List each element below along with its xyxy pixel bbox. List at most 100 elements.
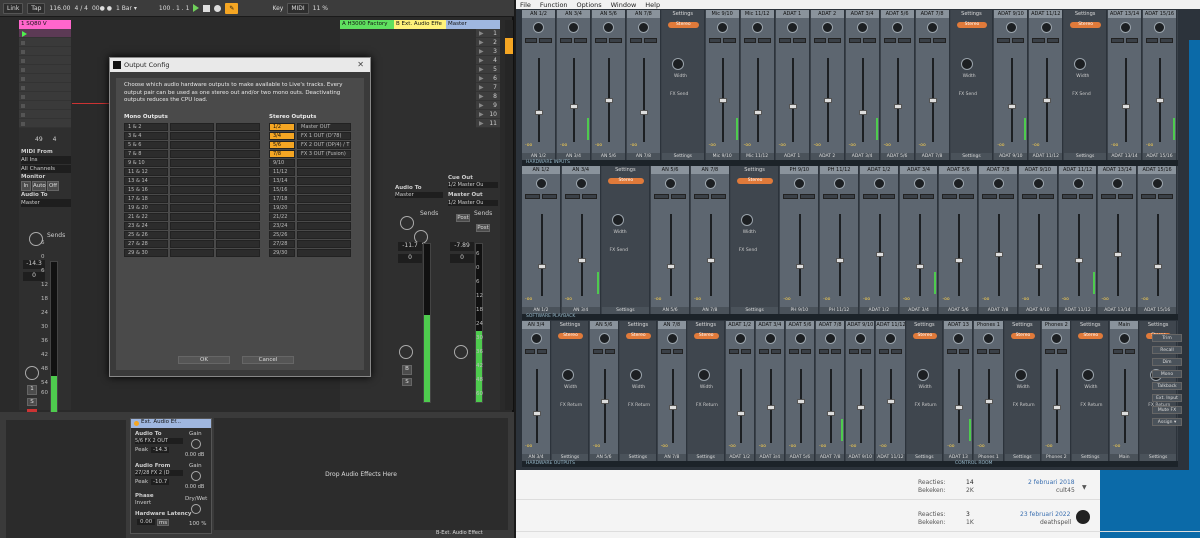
fader-track[interactable] (839, 214, 842, 296)
channel-name[interactable]: PH 11/12 (820, 166, 858, 174)
channel-name[interactable]: PH 9/10 (780, 166, 819, 174)
solo-button[interactable] (1078, 194, 1094, 199)
gain-knob[interactable] (1005, 22, 1017, 33)
width-knob[interactable] (1082, 369, 1095, 381)
solo-button[interactable] (828, 38, 841, 43)
mute-button[interactable] (1021, 194, 1037, 199)
fader-handle[interactable] (640, 110, 649, 115)
gain-knob[interactable] (983, 333, 995, 344)
gain-knob[interactable] (1040, 22, 1052, 33)
mute-button[interactable] (982, 194, 998, 199)
channel-name[interactable]: Settings (1140, 321, 1176, 329)
mute-button[interactable] (848, 38, 862, 43)
stereo-button[interactable]: Stereo (956, 22, 988, 28)
fader-track[interactable] (897, 58, 900, 142)
mute-button[interactable] (883, 38, 897, 43)
mute-button[interactable] (1111, 38, 1124, 43)
channel-name[interactable]: AN 1/2 (522, 10, 555, 18)
metronome-field[interactable]: 00● ● (92, 5, 112, 12)
fader-handle[interactable] (719, 98, 728, 103)
gain-knob[interactable] (913, 178, 925, 189)
stereo-output-toggle[interactable]: 21/22 (269, 213, 295, 221)
scene-slot[interactable]: ▶ 8 (476, 92, 500, 101)
clip-play-icon[interactable] (22, 31, 27, 37)
invert-button[interactable]: Invert (135, 500, 151, 506)
mono-output-pair[interactable]: 1 & 2 (124, 123, 168, 131)
gain-knob[interactable] (666, 333, 678, 344)
mute-button[interactable] (525, 38, 538, 43)
channel-name[interactable]: ADAT 5/6 (785, 321, 815, 329)
bpm-field[interactable]: 116.00 (49, 5, 70, 12)
solo-button[interactable] (574, 38, 587, 43)
mute-button[interactable] (1141, 194, 1157, 199)
gain-knob[interactable] (1051, 333, 1063, 344)
stereo-button[interactable]: Stereo (667, 22, 699, 28)
control-room-button[interactable]: Mute FX (1152, 406, 1182, 414)
stereo-output-toggle[interactable]: 11/12 (269, 168, 295, 176)
mute-button[interactable] (693, 194, 709, 199)
gain-knob[interactable] (531, 333, 543, 344)
channel-name[interactable]: AN 3/4 (522, 321, 551, 329)
stereo-button[interactable]: Stereo (736, 178, 774, 184)
solo-button[interactable] (831, 349, 842, 354)
fader-handle[interactable] (1007, 104, 1016, 109)
scene-slot[interactable]: ▶ 4 (476, 56, 500, 65)
mute-button[interactable] (918, 38, 932, 43)
midi-channel-select[interactable]: All Channels (21, 165, 71, 173)
volume-field[interactable]: -11.7 (398, 242, 422, 251)
scene-slot[interactable]: ▶ 6 (476, 74, 500, 83)
chevron-down-icon[interactable]: ▼ (1082, 484, 1087, 491)
menu-help[interactable]: Help (645, 1, 660, 9)
mono-output-pair[interactable]: 15 & 16 (124, 186, 168, 194)
audio-from-select[interactable]: 27/28 FX 2 (D (135, 470, 183, 476)
mono-output-name-a[interactable] (170, 240, 214, 248)
fader-track[interactable] (1077, 214, 1080, 296)
solo-button[interactable] (898, 38, 911, 43)
mute-button[interactable] (879, 349, 890, 354)
gain-knob[interactable] (834, 178, 846, 189)
width-knob[interactable] (630, 369, 643, 381)
mono-output-name-a[interactable] (170, 213, 214, 221)
mono-output-name-a[interactable] (170, 150, 214, 158)
solo-button[interactable] (609, 38, 622, 43)
channel-name[interactable]: ADAT 5/6 (880, 10, 914, 18)
quantize-select[interactable]: 1 Bar ▾ (116, 5, 137, 12)
mono-output-name-a[interactable] (170, 177, 214, 185)
gain-knob[interactable] (568, 22, 580, 33)
gain-knob[interactable] (191, 439, 201, 449)
stereo-output-name[interactable] (297, 222, 351, 230)
solo-button[interactable] (758, 38, 771, 43)
cancel-button[interactable]: Cancel (242, 356, 294, 364)
channel-name[interactable]: ADAT 3/4 (845, 10, 879, 18)
gain-knob[interactable] (1119, 333, 1131, 344)
clip-slot[interactable] (19, 38, 71, 47)
channel-name[interactable]: ADAT 1/2 (725, 321, 754, 329)
key-map-button[interactable]: Key (272, 5, 283, 12)
solo-button[interactable] (644, 38, 657, 43)
channel-name[interactable]: Settings (951, 10, 993, 18)
mute-button[interactable] (783, 194, 799, 199)
solo-button[interactable] (1011, 38, 1025, 43)
mute-button[interactable] (1061, 194, 1077, 199)
channel-name[interactable]: Settings (731, 166, 779, 174)
mono-output-name-b[interactable] (216, 213, 260, 221)
mono-output-name-b[interactable] (216, 231, 260, 239)
pan-field[interactable]: 0 (398, 254, 422, 263)
last-post-date[interactable]: 2 februari 2018 (1028, 479, 1075, 486)
fader-handle[interactable] (605, 98, 614, 103)
monitor-off-button[interactable]: Off (47, 181, 59, 191)
fader-handle[interactable] (537, 264, 546, 269)
mono-output-name-a[interactable] (170, 168, 214, 176)
post-button[interactable]: Post (476, 224, 490, 232)
track-header[interactable]: A H3000 Factory (340, 20, 394, 29)
gain-knob[interactable] (1032, 178, 1044, 189)
channel-name[interactable]: ADAT 2 (810, 10, 844, 18)
fader-handle[interactable] (859, 110, 868, 115)
gain-knob[interactable] (1119, 22, 1131, 33)
fader-track[interactable] (643, 58, 646, 142)
vertical-scrollbar[interactable] (505, 20, 513, 410)
fader-handle[interactable] (535, 110, 544, 115)
stereo-output-name[interactable]: FX 3 OUT (Fusion) (297, 150, 351, 158)
post-button[interactable]: Post (456, 214, 470, 222)
mono-output-name-b[interactable] (216, 132, 260, 140)
